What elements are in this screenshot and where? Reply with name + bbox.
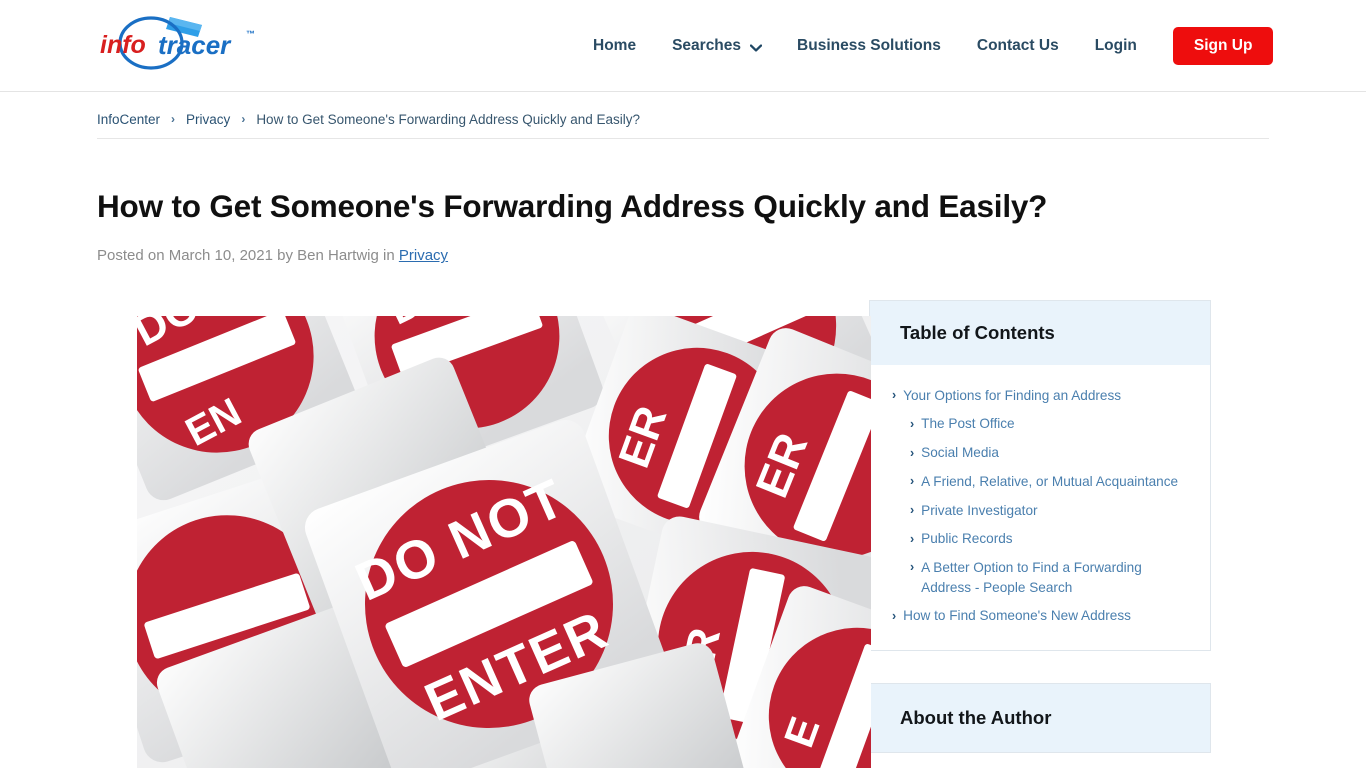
post-meta-by: by <box>272 247 298 265</box>
breadcrumb-separator-icon: › <box>171 112 176 126</box>
about-the-author-widget: About the Author <box>869 683 1211 754</box>
author-box-title: About the Author <box>900 707 1052 729</box>
post-meta-prefix: Posted on <box>97 247 169 265</box>
toc-link[interactable]: Private Investigator <box>921 501 1037 521</box>
toc-link[interactable]: Social Media <box>921 443 999 463</box>
chevron-right-icon: › <box>910 474 915 489</box>
breadcrumb-region: InfoCenter › Privacy › How to Get Someon… <box>0 92 1366 139</box>
nav-item-business-solutions[interactable]: Business Solutions <box>779 38 959 54</box>
main-navigation: Home Searches Business Solutions Contact… <box>575 0 1274 92</box>
svg-text:™: ™ <box>246 29 255 39</box>
content-columns: DO EN DO NO ER <box>97 300 1269 768</box>
chevron-right-icon: › <box>892 608 897 623</box>
table-of-contents-widget: Table of Contents › Your Options for Fin… <box>869 300 1211 652</box>
toc-item[interactable]: › A Better Option to Find a Forwarding A… <box>892 558 1184 597</box>
svg-text:info: info <box>100 31 146 59</box>
toc-item[interactable]: › Social Media <box>892 443 1184 463</box>
toc-list: › Your Options for Finding an Address › … <box>892 386 1184 626</box>
toc-item[interactable]: › Your Options for Finding an Address <box>892 386 1184 406</box>
nav-item-contact-us-label: Contact Us <box>976 37 1059 55</box>
article-main-column: DO EN DO NO ER <box>97 300 871 768</box>
toc-item[interactable]: › Public Records <box>892 529 1184 549</box>
post-meta-in: in <box>378 247 399 265</box>
toc-link[interactable]: A Better Option to Find a Forwarding Add… <box>921 558 1184 597</box>
chevron-right-icon: › <box>910 503 915 518</box>
author-header: About the Author <box>870 684 1210 753</box>
breadcrumb: InfoCenter › Privacy › How to Get Someon… <box>97 112 1269 139</box>
toc-link[interactable]: How to Find Someone's New Address <box>903 606 1131 626</box>
post-author: Ben Hartwig <box>297 247 379 265</box>
nav-item-contact-us[interactable]: Contact Us <box>959 38 1077 54</box>
toc-header: Table of Contents <box>870 301 1210 365</box>
site-logo[interactable]: info tracer ™ <box>98 13 266 75</box>
chevron-right-icon: › <box>910 445 915 460</box>
nav-item-searches-label: Searches <box>672 37 742 55</box>
toc-title: Table of Contents <box>900 322 1055 344</box>
breadcrumb-item-infocenter[interactable]: InfoCenter <box>97 112 160 127</box>
toc-item[interactable]: › The Post Office <box>892 414 1184 434</box>
toc-link[interactable]: Public Records <box>921 529 1012 549</box>
nav-item-login[interactable]: Login <box>1077 38 1155 54</box>
site-header: info tracer ™ Home Searches Business Sol… <box>0 0 1366 92</box>
toc-body: › Your Options for Finding an Address › … <box>870 365 1210 650</box>
chevron-right-icon: › <box>892 388 897 403</box>
post-category-link[interactable]: Privacy <box>399 247 448 264</box>
toc-link[interactable]: The Post Office <box>921 414 1014 434</box>
page-title: How to Get Someone's Forwarding Address … <box>97 188 1048 224</box>
sign-up-button[interactable]: Sign Up <box>1172 27 1274 65</box>
toc-item[interactable]: › A Friend, Relative, or Mutual Acquaint… <box>892 472 1184 492</box>
toc-item[interactable]: › Private Investigator <box>892 501 1184 521</box>
chevron-right-icon: › <box>910 416 915 431</box>
breadcrumb-item-privacy[interactable]: Privacy <box>186 112 230 127</box>
chevron-right-icon: › <box>910 531 915 546</box>
infotracer-logo-icon: info tracer ™ <box>100 16 255 70</box>
article-hero-image: DO EN DO NO ER <box>137 316 871 768</box>
nav-item-searches[interactable]: Searches <box>654 38 779 54</box>
nav-item-home[interactable]: Home <box>575 38 654 54</box>
sidebar: Table of Contents › Your Options for Fin… <box>869 300 1211 768</box>
toc-link[interactable]: A Friend, Relative, or Mutual Acquaintan… <box>921 472 1178 492</box>
nav-item-login-label: Login <box>1094 37 1137 55</box>
svg-text:tracer: tracer <box>158 30 232 60</box>
post-meta: Posted on March 10, 2021 by Ben Hartwig … <box>97 247 1269 264</box>
chevron-right-icon: › <box>910 560 915 575</box>
breadcrumb-item-current: How to Get Someone's Forwarding Address … <box>256 112 641 127</box>
do-not-enter-signs-illustration: DO EN DO NO ER <box>137 316 871 768</box>
nav-item-business-solutions-label: Business Solutions <box>797 37 941 55</box>
toc-link[interactable]: Your Options for Finding an Address <box>903 386 1121 406</box>
page-body: How to Get Someone's Forwarding Address … <box>97 187 1269 768</box>
nav-item-home-label: Home <box>593 37 637 55</box>
toc-item[interactable]: › How to Find Someone's New Address <box>892 606 1184 626</box>
post-date: March 10, 2021 <box>168 247 273 265</box>
chevron-down-icon <box>750 43 763 52</box>
breadcrumb-separator-icon: › <box>241 112 246 126</box>
